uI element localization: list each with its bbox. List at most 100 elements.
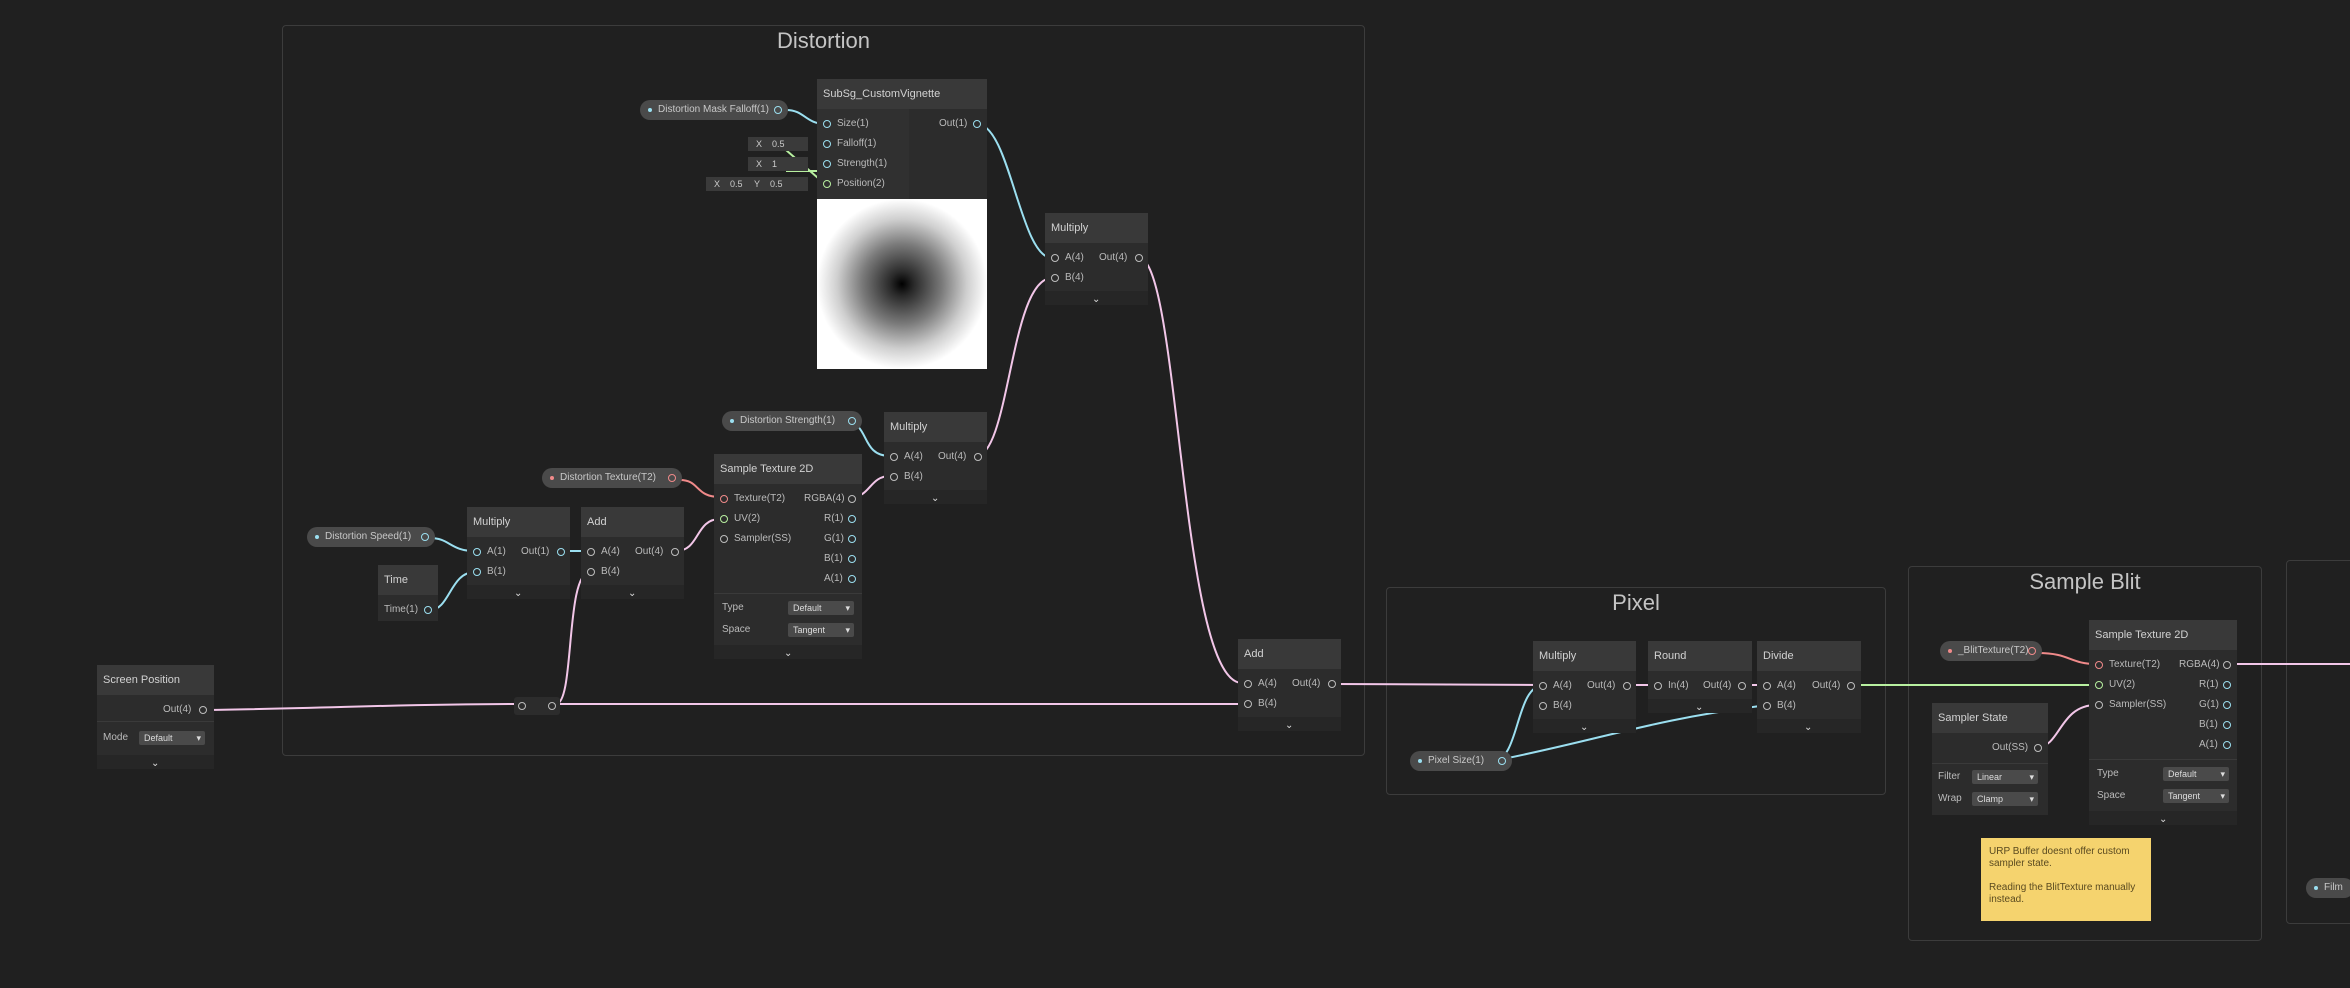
wire [976, 123, 1053, 259]
port-rgba[interactable] [2223, 661, 2231, 669]
node-title: Screen Position [97, 665, 214, 695]
wrap-dropdown[interactable]: Clamp [1972, 792, 2038, 806]
port-size[interactable] [823, 120, 831, 128]
mode-dropdown[interactable]: Default [139, 731, 205, 745]
port-g[interactable] [2223, 701, 2231, 709]
port-b[interactable] [890, 473, 898, 481]
filter-dropdown[interactable]: Linear [1972, 770, 2038, 784]
port-b[interactable] [1539, 702, 1547, 710]
port-a[interactable] [587, 548, 595, 556]
port-a[interactable] [473, 548, 481, 556]
port-r[interactable] [2223, 681, 2231, 689]
node-screen-position[interactable]: Screen Position Out(4) Mode Default ⌄ [97, 665, 214, 769]
port-r[interactable] [848, 515, 856, 523]
space-dropdown[interactable]: Tangent [788, 623, 854, 637]
node-title: Multiply [1533, 641, 1636, 671]
port-b[interactable] [2223, 721, 2231, 729]
port-out[interactable] [1847, 682, 1855, 690]
port-rgba[interactable] [848, 495, 856, 503]
node-title: Sample Texture 2D [2089, 620, 2237, 650]
port-time[interactable] [424, 606, 432, 614]
property-pixel-size[interactable]: Pixel Size(1) [1410, 751, 1512, 771]
chevron-down-icon[interactable]: ⌄ [1285, 720, 1293, 731]
property-distortion-texture[interactable]: Distortion Texture(T2) [542, 468, 682, 488]
port-out[interactable] [548, 702, 556, 710]
chevron-down-icon[interactable]: ⌄ [1695, 702, 1703, 713]
node-title: Round [1648, 641, 1752, 671]
port-out[interactable] [1623, 682, 1631, 690]
port-sampler[interactable] [2095, 701, 2103, 709]
chevron-down-icon[interactable]: ⌄ [1580, 722, 1588, 733]
port-a[interactable] [890, 453, 898, 461]
strength-input[interactable]: X 1 [748, 157, 808, 171]
type-dropdown[interactable]: Default [788, 601, 854, 615]
port-a[interactable] [1763, 682, 1771, 690]
sticky-note[interactable]: URP Buffer doesnt offer custom sampler s… [1981, 838, 2151, 921]
chevron-down-icon[interactable]: ⌄ [628, 588, 636, 599]
node-title: Multiply [467, 507, 570, 537]
wire [2037, 652, 2097, 665]
port-a[interactable] [1244, 680, 1252, 688]
node-sample-texture-2d[interactable]: Sample Texture 2D Texture(T2) UV(2) Samp… [714, 454, 862, 659]
type-dropdown[interactable]: Default [2163, 767, 2229, 781]
port-out[interactable] [1738, 682, 1746, 690]
chevron-down-icon[interactable]: ⌄ [1092, 294, 1100, 305]
port-texture[interactable] [2095, 661, 2103, 669]
chevron-down-icon[interactable]: ⌄ [1804, 722, 1812, 733]
port-uv[interactable] [2095, 681, 2103, 689]
node-subsg-custom-vignette[interactable]: SubSg_CustomVignette Size(1) Falloff(1) … [817, 79, 987, 369]
port-out[interactable] [2034, 744, 2042, 752]
port-b[interactable] [587, 568, 595, 576]
port-texture[interactable] [720, 495, 728, 503]
port-a[interactable] [2223, 741, 2231, 749]
port-b[interactable] [1244, 700, 1252, 708]
falloff-input[interactable]: X 0.5 [748, 137, 808, 151]
reroute-node[interactable] [514, 697, 560, 715]
port-position[interactable] [823, 180, 831, 188]
port-g[interactable] [848, 535, 856, 543]
port-a[interactable] [1051, 254, 1059, 262]
chevron-down-icon[interactable]: ⌄ [784, 648, 792, 659]
port-in[interactable] [518, 702, 526, 710]
node-time[interactable]: Time Time(1) [378, 565, 438, 621]
property-blit-texture[interactable]: _BlitTexture(T2) [1940, 641, 2042, 661]
node-add[interactable]: Add A(4) B(4) Out(4) ⌄ [581, 507, 684, 599]
port-b[interactable] [1763, 702, 1771, 710]
port-out[interactable] [199, 706, 207, 714]
port-in[interactable] [1654, 682, 1662, 690]
property-distortion-mask-falloff[interactable]: Distortion Mask Falloff(1) [640, 100, 788, 120]
node-multiply-speed[interactable]: Multiply A(1) B(1) Out(1) ⌄ [467, 507, 570, 599]
node-pixel-multiply[interactable]: Multiply A(4) B(4) Out(4) ⌄ [1533, 641, 1636, 733]
chevron-down-icon[interactable]: ⌄ [2159, 814, 2167, 825]
position-input[interactable]: X 0.5 Y 0.5 [706, 177, 808, 191]
property-distortion-speed[interactable]: Distortion Speed(1) [307, 527, 435, 547]
port-out[interactable] [557, 548, 565, 556]
node-multiply-top[interactable]: Multiply A(4) B(4) Out(4) ⌄ [1045, 213, 1148, 305]
node-sampler-state[interactable]: Sampler State Out(SS) Filter Linear Wrap… [1932, 703, 2048, 815]
port-b[interactable] [848, 555, 856, 563]
port-out[interactable] [974, 453, 982, 461]
port-b[interactable] [473, 568, 481, 576]
property-distortion-strength[interactable]: Distortion Strength(1) [722, 411, 862, 431]
port-b[interactable] [1051, 274, 1059, 282]
space-dropdown[interactable]: Tangent [2163, 789, 2229, 803]
chevron-down-icon[interactable]: ⌄ [151, 758, 159, 769]
node-add-final[interactable]: Add A(4) B(4) Out(4) ⌄ [1238, 639, 1341, 731]
property-film[interactable]: Film [2306, 878, 2350, 898]
chevron-down-icon[interactable]: ⌄ [931, 493, 939, 504]
port-uv[interactable] [720, 515, 728, 523]
port-sampler[interactable] [720, 535, 728, 543]
port-out[interactable] [1328, 680, 1336, 688]
port-strength[interactable] [823, 160, 831, 168]
node-divide[interactable]: Divide A(4) B(4) Out(4) ⌄ [1757, 641, 1861, 733]
node-multiply-strength[interactable]: Multiply A(4) B(4) Out(4) ⌄ [884, 412, 987, 504]
port-out[interactable] [1135, 254, 1143, 262]
node-blit-sample-texture-2d[interactable]: Sample Texture 2D Texture(T2) UV(2) Samp… [2089, 620, 2237, 825]
port-out[interactable] [671, 548, 679, 556]
port-a[interactable] [1539, 682, 1547, 690]
chevron-down-icon[interactable]: ⌄ [514, 588, 522, 599]
port-out[interactable] [973, 120, 981, 128]
port-falloff[interactable] [823, 140, 831, 148]
node-round[interactable]: Round In(4) Out(4) ⌄ [1648, 641, 1752, 713]
port-a[interactable] [848, 575, 856, 583]
